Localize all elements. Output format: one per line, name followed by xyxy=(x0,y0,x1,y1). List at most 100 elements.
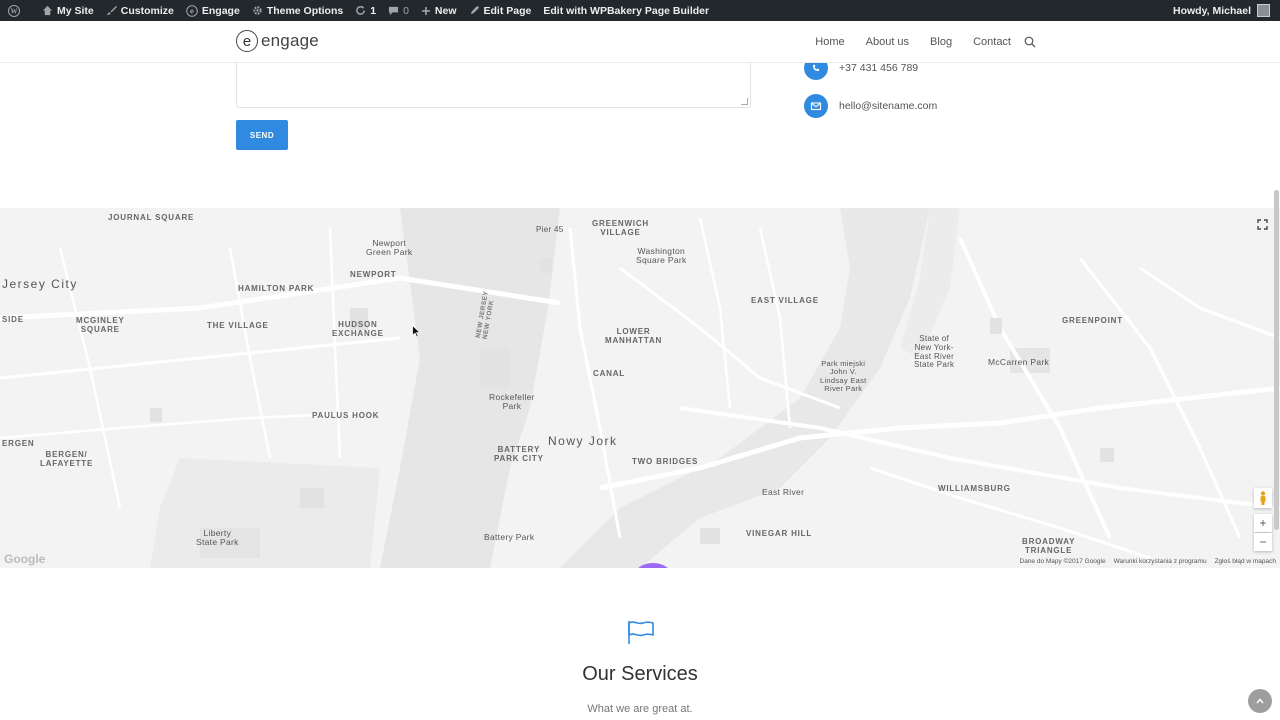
map-label-bergen: ERGEN xyxy=(2,439,35,448)
map-label-lower-manhattan: LOWER MANHATTAN xyxy=(605,327,663,345)
map-label-east-village: EAST VILLAGE xyxy=(751,296,819,305)
chevron-up-icon xyxy=(1256,698,1264,704)
map-label-washington-square-park: Washington Square Park xyxy=(636,246,687,266)
zoom-in-button[interactable]: + xyxy=(1254,514,1272,532)
nav-home[interactable]: Home xyxy=(815,36,844,48)
map-label-two-bridges: TWO BRIDGES xyxy=(632,457,699,466)
pencil-icon xyxy=(470,5,479,15)
map-label-newport: NEWPORT xyxy=(350,270,397,279)
map-label-the-village: THE VILLAGE xyxy=(207,321,269,330)
customize-label: Customize xyxy=(120,4,174,17)
contact-email: hello@sitename.com xyxy=(804,94,937,118)
back-to-top-button[interactable] xyxy=(1248,689,1272,713)
avatar xyxy=(1257,4,1270,17)
home-icon xyxy=(42,5,53,16)
engage-label: Engage xyxy=(201,4,240,17)
scrollbar-thumb[interactable] xyxy=(1274,190,1279,530)
new-label: New xyxy=(434,4,457,17)
map-label-park-miejski: Park miejski John V. Lindsay East River … xyxy=(820,359,867,393)
map-label-east-river-state-park: State of New York- East River State Park xyxy=(914,334,955,370)
admin-bar: W My Site Customize e Engage Theme Optio… xyxy=(0,0,1280,21)
updates-link[interactable]: 1 xyxy=(349,0,382,21)
engage-link[interactable]: e Engage xyxy=(180,0,246,21)
map-pin-icon[interactable] xyxy=(629,561,677,568)
page: W My Site Customize e Engage Theme Optio… xyxy=(0,0,1280,720)
updates-count: 1 xyxy=(370,4,377,17)
map-label-newport-green-park: Newport Green Park xyxy=(366,238,413,258)
map-label-canal: CANAL xyxy=(593,369,625,378)
map-label-side: SIDE xyxy=(2,315,24,324)
logo-text: engage xyxy=(261,31,319,50)
map-label-mcginley-square: MCGINLEY SQUARE xyxy=(76,316,125,334)
zoom-out-button[interactable]: − xyxy=(1254,533,1272,551)
search-button[interactable] xyxy=(1024,36,1036,48)
map-label-mccarren-park: McCarren Park xyxy=(988,357,1050,367)
customize-link[interactable]: Customize xyxy=(100,0,180,21)
nav-contact[interactable]: Contact xyxy=(973,36,1011,48)
comment-icon xyxy=(388,6,399,16)
phone-text: +37 431 456 789 xyxy=(839,62,919,74)
howdy-label: Howdy, Michael xyxy=(1173,4,1251,17)
services-title: Our Services xyxy=(582,663,698,685)
fullscreen-icon xyxy=(1256,218,1268,230)
theme-options-label: Theme Options xyxy=(266,4,344,17)
map-label-greenwich-village: GREENWICH VILLAGE xyxy=(592,219,649,237)
mouse-cursor-icon xyxy=(412,325,421,338)
my-site-link[interactable]: My Site xyxy=(36,0,100,21)
map-terms-link[interactable]: Warunki korzystania z programu xyxy=(1114,558,1207,565)
site-logo[interactable]: e engage xyxy=(236,30,319,52)
wordpress-logo-button[interactable]: W xyxy=(0,0,36,21)
resize-grip-icon[interactable] xyxy=(741,98,748,105)
theme-options-link[interactable]: Theme Options xyxy=(246,0,349,21)
edit-with-builder-link[interactable]: Edit with WPBakery Page Builder xyxy=(537,0,715,21)
map-label-pier-45: Pier 45 xyxy=(536,225,564,234)
email-text[interactable]: hello@sitename.com xyxy=(839,100,937,112)
pegman-icon xyxy=(1260,491,1266,505)
nav-about-us[interactable]: About us xyxy=(866,36,909,48)
plus-icon xyxy=(421,6,430,15)
map-label-nowy-jork: Nowy Jork xyxy=(548,434,618,448)
main-nav: Home About us Blog Contact xyxy=(794,21,1036,63)
account-menu[interactable]: Howdy, Michael xyxy=(1173,4,1280,17)
message-textarea[interactable] xyxy=(236,58,751,108)
map-label-battery-park: Battery Park xyxy=(484,532,535,542)
wordpress-icon: W xyxy=(8,4,20,17)
map-label-hamilton-park: HAMILTON PARK xyxy=(238,284,315,293)
edit-page-link[interactable]: Edit Page xyxy=(463,0,538,21)
flag-icon xyxy=(628,621,654,644)
map-data-credit: Dane do Mapy ©2017 Google xyxy=(1019,558,1106,565)
search-icon xyxy=(1024,36,1036,48)
svg-text:W: W xyxy=(11,7,18,15)
map-label-greenpoint: GREENPOINT xyxy=(1062,316,1123,325)
map-label-vinegar-hill: VINEGAR HILL xyxy=(746,529,813,538)
map-label-hudson-exchange: HUDSON EXCHANGE xyxy=(332,320,384,338)
brush-icon xyxy=(106,5,117,16)
map-report-link[interactable]: Zgłoś błąd w mapach xyxy=(1215,558,1276,565)
send-button[interactable]: SEND xyxy=(236,120,288,150)
refresh-icon xyxy=(356,5,366,15)
map-label-bergen-lafayette: BERGEN/ LAFAYETTE xyxy=(40,450,94,468)
google-logo: Google xyxy=(4,552,46,566)
edit-page-label: Edit Page xyxy=(483,4,532,17)
map-label-east-river: East River xyxy=(762,487,805,497)
my-site-label: My Site xyxy=(57,4,94,17)
map-label-journal-square: JOURNAL SQUARE xyxy=(108,213,195,222)
map-label-paulus-hook: PAULUS HOOK xyxy=(312,411,380,420)
logo-mark: e xyxy=(236,30,258,52)
map-label-jersey-city: Jersey City xyxy=(2,277,78,291)
comments-link[interactable]: 0 xyxy=(382,0,415,21)
edit-with-builder-label: Edit with WPBakery Page Builder xyxy=(543,4,710,17)
map-label-rockefeller-park: Rockefeller Park xyxy=(489,392,535,412)
map-label-broadway-triangle: BROADWAY TRIANGLE xyxy=(1022,537,1076,555)
comments-count: 0 xyxy=(403,4,409,17)
site-header: e engage Home About us Blog Contact xyxy=(0,21,1280,63)
street-view-button[interactable] xyxy=(1254,488,1272,508)
engage-logo-icon: e xyxy=(186,4,198,17)
map[interactable]: JOURNAL SQUARE Jersey City Newport Green… xyxy=(0,208,1280,568)
new-content-link[interactable]: New xyxy=(415,0,463,21)
fullscreen-button[interactable] xyxy=(1254,216,1270,232)
services-subtitle: What we are great at. xyxy=(587,703,693,715)
nav-blog[interactable]: Blog xyxy=(930,36,952,48)
envelope-icon xyxy=(804,94,828,118)
gear-icon xyxy=(253,6,262,15)
